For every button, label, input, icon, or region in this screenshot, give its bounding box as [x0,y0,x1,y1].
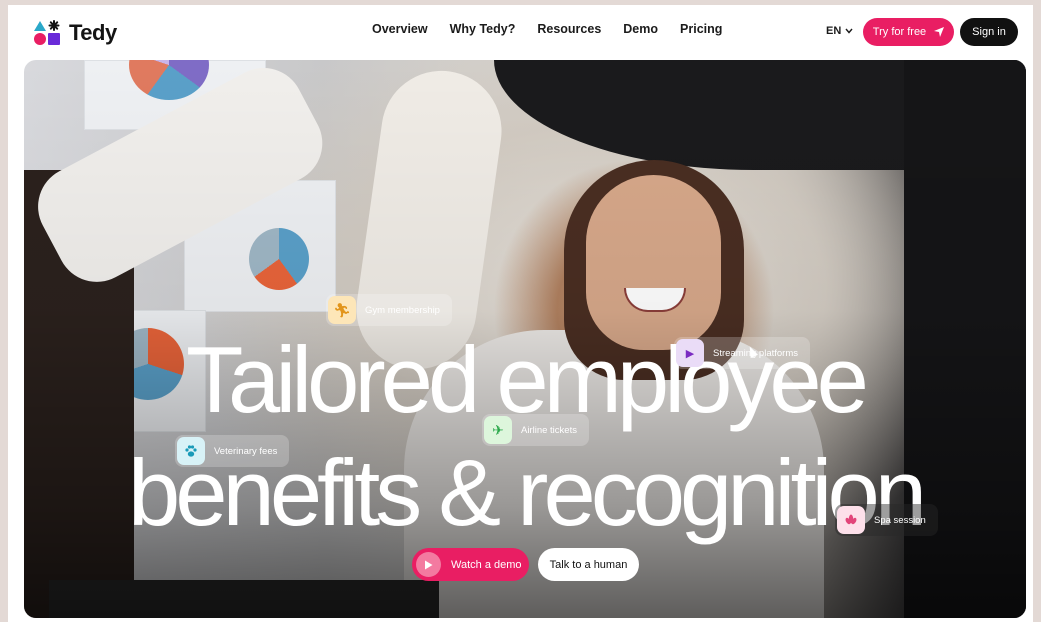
nav-pricing[interactable]: Pricing [680,22,722,36]
play-icon: ▶ [676,339,704,367]
main-nav: Overview Why Tedy? Resources Demo Pricin… [372,22,722,36]
benefit-chip-spa: Spa session [835,504,938,536]
benefit-chip-label: Gym membership [365,304,440,316]
try-for-free-button[interactable]: Try for free [863,18,954,46]
benefit-chip-label: Veterinary fees [214,445,278,457]
running-icon: 🏃︎ [328,296,356,324]
hero-section: Tailored employee benefits & recognition… [24,60,1026,618]
paw-icon [177,437,205,465]
nav-why-tedy[interactable]: Why Tedy? [450,22,516,36]
benefit-chip-airline: ✈ Airline tickets [482,414,589,446]
watch-demo-label: Watch a demo [451,558,522,571]
benefit-chip-gym: 🏃︎ Gym membership [326,294,452,326]
benefit-chip-label: Airline tickets [521,424,577,436]
lotus-icon [837,506,865,534]
logo-mark-icon [33,20,61,46]
nav-overview[interactable]: Overview [372,22,428,36]
benefit-chip-vet: Veterinary fees [175,435,290,467]
language-label: EN [826,25,842,37]
sign-in-button[interactable]: Sign in [960,18,1018,46]
benefit-chip-label: Spa session [874,514,926,526]
play-icon [416,552,441,577]
language-selector[interactable]: EN [826,25,853,37]
try-for-free-label: Try for free [872,26,927,38]
nav-demo[interactable]: Demo [623,22,658,36]
talk-to-human-button[interactable]: Talk to a human [538,548,639,581]
tedy-logo[interactable]: Tedy [33,20,117,46]
watch-demo-button[interactable]: Watch a demo [412,548,529,581]
logo-wordmark: Tedy [69,20,117,45]
send-icon [934,27,945,37]
airplane-icon: ✈ [484,416,512,444]
benefit-chip-streaming: ▶ Streaming platforms [674,337,811,369]
chevron-down-icon [845,28,853,34]
nav-resources[interactable]: Resources [537,22,601,36]
